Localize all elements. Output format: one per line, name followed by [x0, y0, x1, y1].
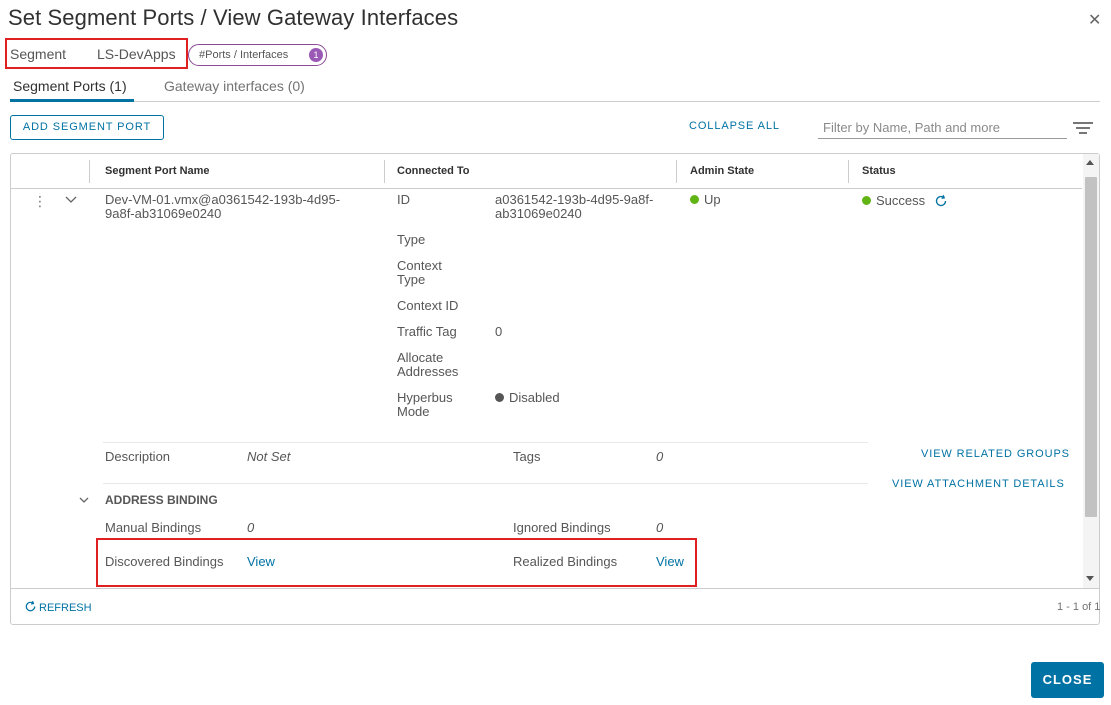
- tab-segment-ports[interactable]: Segment Ports (1): [13, 78, 127, 94]
- port-name-line: Dev-VM-01.vmx@a0361542-193b-4d95-: [105, 192, 341, 207]
- success-status-dot-icon: [862, 196, 871, 205]
- close-icon[interactable]: ✕: [1088, 10, 1101, 30]
- tags-value: 0: [656, 449, 664, 464]
- connected-traffic-tag-value: 0: [495, 324, 503, 339]
- scroll-down-arrow-icon[interactable]: [1086, 576, 1094, 581]
- connected-hyperbus-mode-label: Hyperbus Mode: [397, 390, 453, 419]
- column-separator[interactable]: [89, 160, 90, 183]
- column-separator[interactable]: [676, 160, 677, 183]
- connected-context-id-label: Context ID: [397, 298, 459, 313]
- hyperbus-mode-value: Disabled: [495, 391, 560, 405]
- section-divider: [103, 442, 868, 443]
- filter-icon[interactable]: [1073, 122, 1093, 134]
- address-binding-title: ADDRESS BINDING: [105, 493, 218, 507]
- view-related-groups-link[interactable]: VIEW RELATED GROUPS: [921, 448, 1070, 460]
- connected-type-label: Type: [397, 232, 426, 247]
- address-binding-chevron-icon[interactable]: [79, 497, 89, 504]
- manual-bindings-value: 0: [247, 520, 255, 535]
- connected-id-value: a0361542-193b-4d95-9a8f- ab31069e0240: [495, 193, 653, 221]
- description-label: Description: [105, 449, 171, 464]
- row-expand-chevron-icon[interactable]: [65, 196, 77, 204]
- manual-bindings-label: Manual Bindings: [105, 520, 202, 535]
- column-separator[interactable]: [848, 160, 849, 183]
- section-divider: [103, 483, 868, 484]
- disabled-status-dot-icon: [495, 393, 504, 402]
- collapse-all-link[interactable]: COLLAPSE ALL: [689, 120, 780, 132]
- pagination-summary: 1 - 1 of 1: [1057, 601, 1101, 613]
- scroll-up-arrow-icon[interactable]: [1086, 160, 1094, 165]
- tabs-divider: [10, 101, 1100, 102]
- dialog-title: Set Segment Ports / View Gateway Interfa…: [8, 5, 459, 30]
- segment-name: LS-DevApps: [97, 46, 176, 62]
- column-header-status[interactable]: Status: [862, 165, 896, 177]
- ignored-bindings-value: 0: [656, 520, 664, 535]
- grid-footer-divider: [11, 588, 1099, 589]
- column-separator[interactable]: [384, 160, 385, 183]
- up-status-dot-icon: [690, 195, 699, 204]
- tags-label: Tags: [513, 449, 541, 464]
- status-refresh-icon[interactable]: [934, 194, 948, 208]
- add-segment-port-button[interactable]: ADD SEGMENT PORT: [10, 115, 164, 140]
- status-cell: Success: [862, 194, 925, 208]
- segment-label: Segment: [10, 46, 67, 62]
- ports-interfaces-badge: #Ports / Interfaces 1: [188, 44, 327, 66]
- discovered-bindings-label: Discovered Bindings: [105, 554, 224, 569]
- refresh-button[interactable]: REFRESH: [24, 600, 92, 614]
- column-header-port-name[interactable]: Segment Port Name: [105, 165, 210, 177]
- ignored-bindings-label: Ignored Bindings: [513, 520, 611, 535]
- connected-id-label: ID: [397, 192, 410, 207]
- tab-gateway-interfaces[interactable]: Gateway interfaces (0): [164, 78, 305, 94]
- connected-context-type-label: Context Type: [397, 258, 442, 287]
- id-value-line: ab31069e0240: [495, 206, 582, 221]
- id-value-line: a0361542-193b-4d95-9a8f-: [495, 192, 654, 207]
- admin-state-text: Up: [704, 192, 721, 207]
- ports-badge-label: #Ports / Interfaces: [199, 49, 289, 61]
- close-button[interactable]: CLOSE: [1031, 662, 1104, 698]
- row-actions-kebab-icon[interactable]: ⋮: [33, 194, 47, 208]
- filter-input[interactable]: [818, 117, 1067, 139]
- connected-traffic-tag-label: Traffic Tag: [397, 324, 457, 339]
- realized-bindings-label: Realized Bindings: [513, 554, 618, 569]
- scrollbar-thumb[interactable]: [1085, 177, 1097, 517]
- column-header-connected-to[interactable]: Connected To: [397, 165, 470, 177]
- status-text: Success: [876, 193, 926, 208]
- view-attachment-details-link[interactable]: VIEW ATTACHMENT DETAILS: [892, 478, 1065, 490]
- active-tab-indicator: [10, 99, 134, 102]
- admin-state: Up: [690, 193, 721, 207]
- segment-port-name: Dev-VM-01.vmx@a0361542-193b-4d95- 9a8f-a…: [105, 193, 340, 221]
- connected-allocate-addresses-label: Allocate Addresses: [397, 350, 459, 379]
- ports-badge-count: 1: [309, 48, 323, 62]
- refresh-icon: [25, 600, 36, 612]
- hyperbus-mode-text: Disabled: [509, 390, 560, 405]
- port-name-line: 9a8f-ab31069e0240: [105, 206, 222, 221]
- refresh-label: REFRESH: [39, 602, 92, 614]
- column-header-admin-state[interactable]: Admin State: [690, 165, 754, 177]
- discovered-bindings-view-link[interactable]: View: [247, 555, 275, 569]
- realized-bindings-view-link[interactable]: View: [656, 555, 684, 569]
- description-value: Not Set: [247, 449, 291, 464]
